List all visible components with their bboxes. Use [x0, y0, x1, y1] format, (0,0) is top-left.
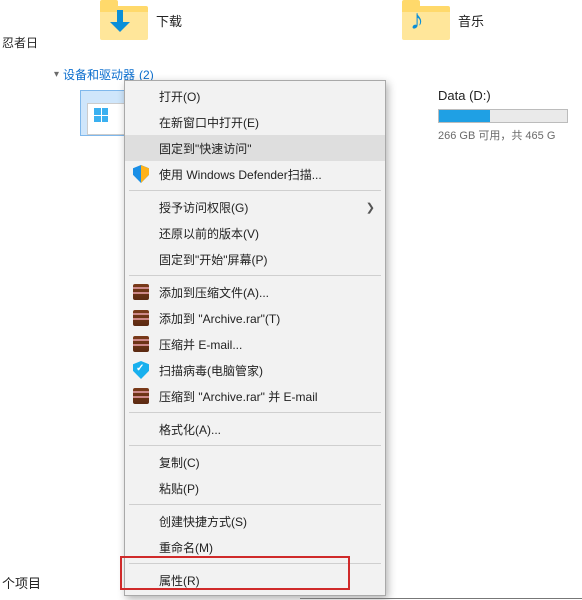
chevron-down-icon: ▾	[54, 69, 59, 80]
menu-add-archive[interactable]: 添加到压缩文件(A)...	[125, 279, 385, 305]
menu-separator	[129, 563, 381, 564]
menu-grant-access[interactable]: 授予访问权限(G) ❯	[125, 194, 385, 220]
menu-separator	[129, 504, 381, 505]
drive-d-label: Data (D:)	[438, 88, 578, 103]
menu-separator	[129, 445, 381, 446]
menu-previous-versions[interactable]: 还原以前的版本(V)	[125, 220, 385, 246]
menu-pin-quick-access[interactable]: 固定到"快速访问"	[125, 135, 385, 161]
rar-icon	[131, 308, 151, 328]
context-menu: 打开(O) 在新窗口中打开(E) 固定到"快速访问" 使用 Windows De…	[124, 80, 386, 596]
menu-copy[interactable]: 复制(C)	[125, 449, 385, 475]
menu-separator	[129, 190, 381, 191]
drive-d-usage-bar	[438, 109, 568, 123]
defender-shield-icon	[131, 164, 151, 184]
menu-create-shortcut[interactable]: 创建快捷方式(S)	[125, 508, 385, 534]
menu-format[interactable]: 格式化(A)...	[125, 416, 385, 442]
drive-d-subtext: 266 GB 可用，共 465 G	[438, 127, 578, 143]
drive-icon	[87, 103, 127, 135]
menu-properties[interactable]: 属性(R)	[125, 567, 385, 593]
menu-pin-start[interactable]: 固定到"开始"屏幕(P)	[125, 246, 385, 272]
folder-music-icon: ♪	[402, 0, 450, 40]
qq-shield-icon	[131, 360, 151, 380]
menu-rename[interactable]: 重命名(M)	[125, 534, 385, 560]
status-bar-text: 个项目	[2, 573, 41, 592]
rar-icon	[131, 282, 151, 302]
folder-music-label: 音乐	[458, 11, 484, 30]
drive-d[interactable]: Data (D:) 266 GB 可用，共 465 G	[438, 88, 578, 143]
rar-icon	[131, 386, 151, 406]
menu-add-archive-rar[interactable]: 添加到 "Archive.rar"(T)	[125, 305, 385, 331]
rar-icon	[131, 334, 151, 354]
folder-downloads-icon	[100, 0, 148, 40]
menu-compress-rar-email[interactable]: 压缩到 "Archive.rar" 并 E-mail	[125, 383, 385, 409]
folder-music[interactable]: ♪ 音乐	[402, 0, 484, 40]
menu-open-new-window[interactable]: 在新窗口中打开(E)	[125, 109, 385, 135]
folder-downloads[interactable]: 下载	[100, 0, 182, 40]
menu-open[interactable]: 打开(O)	[125, 83, 385, 109]
menu-defender-scan[interactable]: 使用 Windows Defender扫描...	[125, 161, 385, 187]
left-truncated-text: 忍者日	[2, 34, 38, 51]
menu-separator	[129, 275, 381, 276]
folder-downloads-label: 下载	[156, 11, 182, 30]
menu-separator	[129, 412, 381, 413]
menu-paste[interactable]: 粘贴(P)	[125, 475, 385, 501]
submenu-arrow-icon: ❯	[366, 201, 375, 214]
menu-compress-email[interactable]: 压缩并 E-mail...	[125, 331, 385, 357]
menu-scan-virus[interactable]: 扫描病毒(电脑管家)	[125, 357, 385, 383]
